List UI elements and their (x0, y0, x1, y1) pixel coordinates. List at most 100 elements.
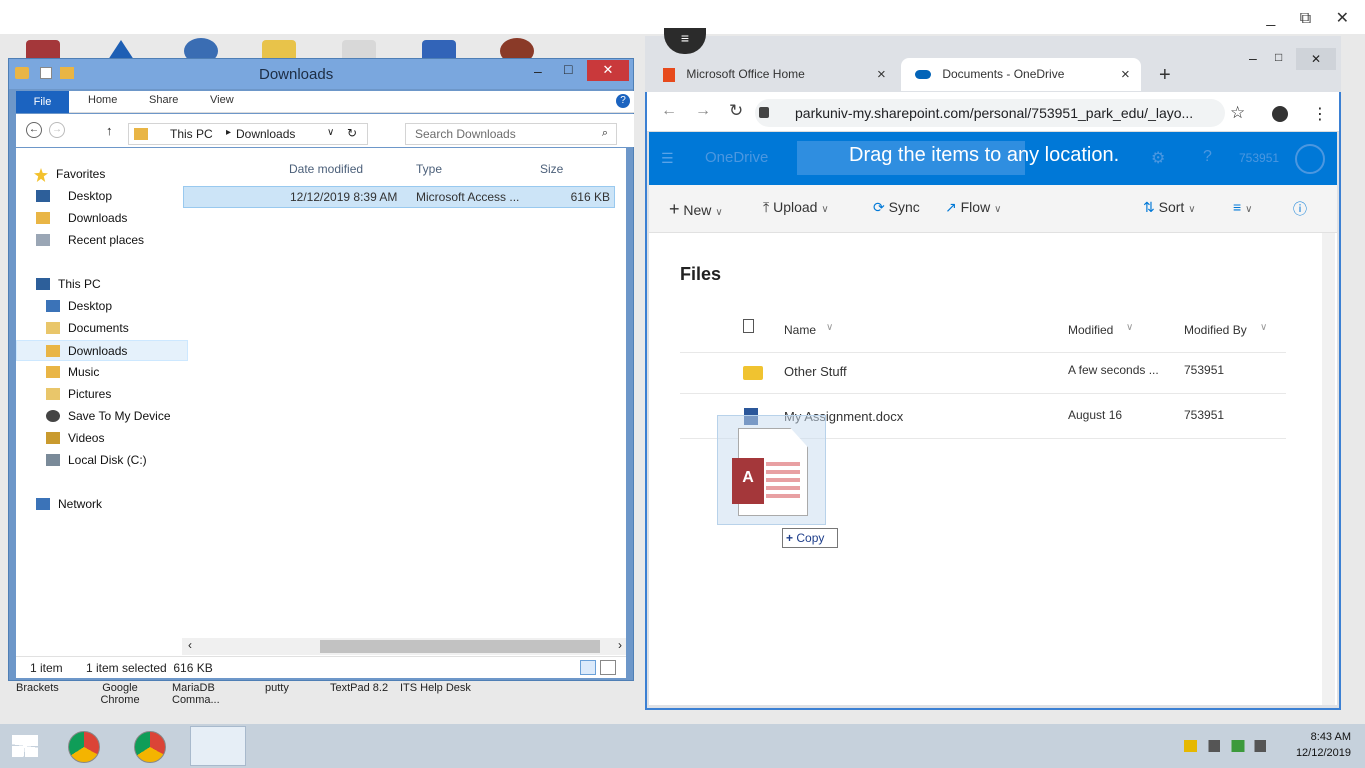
search-input[interactable]: Search Downloads (415, 127, 516, 141)
up-icon[interactable]: ↑ (106, 123, 113, 138)
nav-fav-downloads[interactable]: Downloads (16, 208, 188, 229)
nav-pc-save-device[interactable]: Save To My Device (16, 406, 188, 427)
scroll-thumb[interactable] (320, 640, 600, 653)
quick-access-toolbar[interactable] (15, 65, 74, 83)
upload-button[interactable]: ⤒ Upload ∨ (763, 199, 829, 216)
tab-view[interactable]: View (210, 94, 234, 106)
bookmark-star-icon[interactable]: ☆ (1230, 103, 1245, 123)
tab-home[interactable]: Home (88, 94, 117, 106)
desktop-folder-icon (46, 300, 60, 312)
help-icon[interactable]: ? (616, 94, 630, 108)
new-tab-button[interactable]: + (1159, 64, 1171, 87)
address-bar[interactable]: parkuniv-my.sharepoint.com/personal/7539… (755, 99, 1225, 127)
browser-maximize-icon[interactable]: □ (1275, 50, 1282, 64)
sync-button[interactable]: ⟳ Sync (873, 199, 920, 216)
maximize-button[interactable]: □ (564, 61, 572, 77)
nav-this-pc[interactable]: This PC (16, 274, 188, 295)
tab-onedrive[interactable]: Documents - OneDrive × (901, 58, 1141, 91)
chevron-down-icon: ∨ (1260, 322, 1268, 333)
chrome-taskbar-icon-2[interactable] (134, 731, 166, 763)
nav-pc-local-disk[interactable]: Local Disk (C:) (16, 450, 188, 471)
nav-pc-downloads[interactable]: Downloads (16, 340, 188, 361)
forward-icon[interactable]: → (49, 122, 65, 138)
nav-pc-desktop[interactable]: Desktop (16, 296, 188, 317)
avatar[interactable] (1295, 144, 1325, 174)
sort-button[interactable]: ⇅ Sort ∨ (1143, 199, 1196, 216)
forward-icon[interactable]: → (695, 102, 711, 120)
remote-window-controls[interactable]: _ ⧉ ✕ (1266, 8, 1359, 28)
details-view-icon[interactable] (580, 660, 596, 675)
file-modified-by: 753951 (1184, 408, 1225, 422)
col-modified[interactable]: Modified (1068, 323, 1113, 337)
desktop-label-helpdesk[interactable]: ITS Help Desk (400, 682, 471, 694)
chrome-taskbar-icon[interactable] (68, 731, 100, 763)
nav-pc-videos[interactable]: Videos (16, 428, 188, 449)
clock[interactable]: 8:43 AM 12/12/2019 (1296, 729, 1351, 761)
onedrive-brand[interactable]: OneDrive (705, 149, 768, 166)
nav-pc-pictures[interactable]: Pictures (16, 384, 188, 405)
browser-close-button[interactable]: ✕ (1296, 48, 1336, 70)
info-icon[interactable]: ⓘ (1293, 199, 1307, 219)
properties-icon[interactable] (40, 66, 53, 79)
nav-network[interactable]: Network (16, 494, 188, 515)
nav-pc-music[interactable]: Music (16, 362, 188, 383)
tab-office-home[interactable]: Microsoft Office Home × (663, 58, 899, 91)
file-row-other-stuff[interactable]: Other Stuff A few seconds ... 753951 (680, 350, 1286, 394)
breadcrumb-this-pc[interactable]: This PC (170, 127, 213, 141)
nav-favorites[interactable]: Favorites (16, 164, 188, 185)
explorer-titlebar[interactable]: Downloads – □ ✕ (9, 59, 633, 89)
nav-pc-documents[interactable]: Documents (16, 318, 188, 339)
history-dropdown-icon[interactable]: ∨ (327, 127, 334, 138)
desktop-label-brackets[interactable]: Brackets (16, 682, 59, 694)
reload-icon[interactable]: ↻ (729, 101, 743, 121)
menu-icon[interactable]: ⋮ (1312, 104, 1328, 124)
new-folder-icon[interactable] (59, 66, 74, 79)
vertical-scrollbar[interactable] (1322, 233, 1335, 705)
tab-share[interactable]: Share (149, 94, 178, 106)
help-icon[interactable]: ? (1203, 148, 1212, 166)
close-tab-icon[interactable]: × (877, 58, 886, 91)
col-modified-by[interactable]: Modified By (1184, 323, 1247, 337)
back-icon[interactable]: ← (26, 122, 42, 138)
col-size[interactable]: Size (540, 162, 563, 176)
drag-ghost: A (717, 415, 826, 525)
account-icon[interactable] (1272, 106, 1288, 122)
nav-fav-recent[interactable]: Recent places (16, 230, 188, 251)
breadcrumb-downloads[interactable]: Downloads (236, 127, 295, 141)
desktop-label-chrome[interactable]: Google Chrome (95, 682, 145, 706)
back-icon[interactable]: ← (661, 102, 677, 120)
user-id[interactable]: 753951 (1239, 151, 1279, 165)
address-box[interactable]: This PC ▸ Downloads ∨ ↻ (128, 123, 368, 145)
scroll-right-icon[interactable]: › (618, 638, 622, 652)
app-launcher-icon[interactable]: ☰ (661, 150, 674, 167)
flow-button[interactable]: ↗ Flow ∨ (945, 199, 1001, 216)
file-row-selected[interactable]: 12/12/2019 8:39 AM Microsoft Access ... … (183, 186, 615, 208)
explorer-taskbar-icon[interactable] (190, 726, 246, 766)
url-text[interactable]: parkuniv-my.sharepoint.com/personal/7539… (795, 105, 1193, 121)
desktop-label-mariadb[interactable]: MariaDB Comma... (172, 682, 220, 706)
refresh-icon[interactable]: ↻ (347, 126, 357, 140)
sync-icon: ⟳ (873, 199, 885, 215)
tiles-view-icon[interactable] (600, 660, 616, 675)
upload-icon: ⤒ (763, 199, 770, 215)
desktop-label-putty[interactable]: putty (265, 682, 289, 694)
col-date-modified[interactable]: Date modified (289, 162, 363, 176)
search-icon[interactable]: ⌕ (602, 127, 608, 140)
search-box[interactable]: Search Downloads ⌕ (405, 123, 617, 145)
file-name[interactable]: Other Stuff (784, 364, 847, 379)
settings-icon[interactable]: ⚙ (1151, 148, 1165, 168)
new-button[interactable]: + New ∨ (669, 199, 723, 220)
file-tab[interactable]: File (16, 91, 69, 113)
scroll-left-icon[interactable]: ‹ (188, 638, 192, 652)
close-button[interactable]: ✕ (587, 60, 629, 81)
view-options-button[interactable]: ≡ ∨ (1233, 199, 1252, 215)
tray-icons[interactable] (1184, 740, 1266, 752)
start-windows-icon[interactable] (12, 735, 38, 757)
minimize-button[interactable]: – (534, 63, 542, 79)
browser-minimize-icon[interactable]: – (1249, 50, 1257, 66)
col-type[interactable]: Type (416, 162, 442, 176)
close-tab-icon[interactable]: × (1121, 58, 1130, 91)
nav-fav-desktop[interactable]: Desktop (16, 186, 188, 207)
desktop-label-textpad[interactable]: TextPad 8.2 (330, 682, 388, 694)
col-name[interactable]: Name (784, 323, 816, 337)
